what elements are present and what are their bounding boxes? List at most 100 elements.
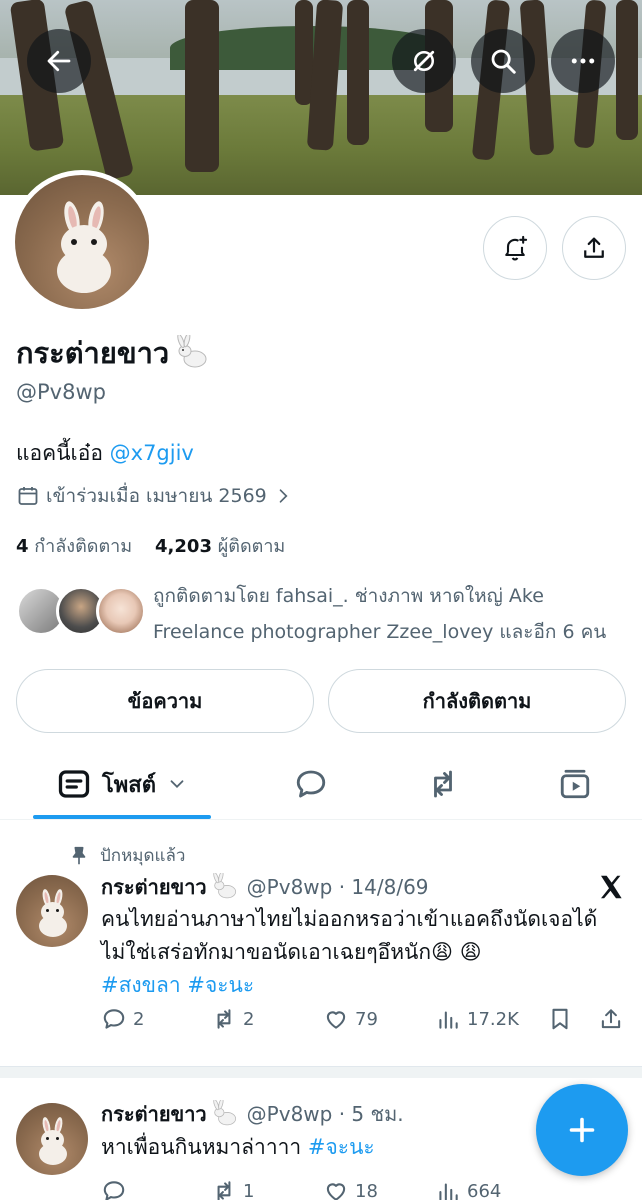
heart-icon <box>326 1011 346 1029</box>
rabbit-emoji-icon <box>177 335 207 368</box>
like-count: 79 <box>355 1008 378 1030</box>
rabbit-picture <box>38 1116 68 1165</box>
rabbit-picture <box>38 888 68 937</box>
media-icon <box>560 769 590 799</box>
reply-button[interactable]: 2 <box>101 1006 144 1032</box>
repost-icon <box>217 1181 231 1200</box>
heart-icon <box>326 1183 346 1200</box>
search-button[interactable] <box>471 29 535 93</box>
post-share-button[interactable] <box>598 1006 624 1032</box>
like-count: 18 <box>355 1180 378 1200</box>
followers-count: 4,203 <box>155 536 212 557</box>
reply-count: 2 <box>133 1008 145 1030</box>
profile-tabs: โพสต์ <box>0 748 642 820</box>
following-button-label: กำลังติดตาม <box>422 689 532 713</box>
post-actions: 2 2 79 17.2K <box>101 1006 626 1046</box>
pinned-text: ปักหมุดแล้ว <box>100 846 186 866</box>
compose-button[interactable] <box>536 1084 628 1176</box>
followers-link[interactable]: 4,203 ผู้ติดตาม <box>155 536 285 557</box>
post-handle-time: @Pv8wp · 5 ชม. <box>246 1102 404 1126</box>
banner-tree <box>347 0 369 145</box>
rabbit-emoji-icon <box>212 1100 236 1126</box>
joined-date[interactable]: เข้าร่วมเมื่อ เมษายน 2569 <box>16 481 293 511</box>
post-body: คนไทยอ่านภาษาไทยไม่ออกหรอว่าเข้าแอคถึงนั… <box>101 903 626 1002</box>
joined-text: เข้าร่วมเมื่อ เมษายน 2569 <box>46 485 267 507</box>
followed-by[interactable]: ถูกติดตามโดย fahsai_. ช่างภาพ หาดใหญ่ Ak… <box>16 578 626 648</box>
followed-by-text: ถูกติดตามโดย fahsai_. ช่างภาพ หาดใหญ่ Ak… <box>153 585 607 643</box>
share-icon <box>601 1009 621 1029</box>
plus-icon <box>569 1117 595 1143</box>
grok-button[interactable] <box>392 29 456 93</box>
post-hashtags[interactable]: #จะนะ <box>308 1135 375 1159</box>
profile-name-text: กระต่ายขาว <box>16 336 170 370</box>
repost-icon <box>217 1009 231 1029</box>
share-button[interactable] <box>562 216 626 280</box>
following-label: กำลังติดตาม <box>34 536 133 557</box>
search-icon <box>491 49 516 74</box>
rabbit-picture <box>55 199 115 293</box>
more-button[interactable] <box>551 29 615 93</box>
repost-button[interactable]: 2 <box>211 1006 254 1032</box>
post-author-name[interactable]: กระต่ายขาว <box>101 871 207 903</box>
repost-count: 1 <box>243 1180 255 1200</box>
like-button[interactable]: 79 <box>323 1006 378 1032</box>
banner-tree <box>616 0 638 140</box>
profile-banner[interactable] <box>0 0 642 195</box>
bio-mention-link[interactable]: @x7gjiv <box>110 441 194 465</box>
bookmark-icon <box>552 1008 568 1030</box>
share-icon <box>584 237 604 258</box>
reply-bubble-icon <box>296 770 326 798</box>
tab-posts[interactable]: โพสต์ <box>33 748 211 820</box>
views-chart-icon <box>439 1011 458 1029</box>
post-header: กระต่ายขาว @Pv8wp · 5 ชม. <box>101 1098 404 1130</box>
pin-icon <box>72 846 86 864</box>
banner-tree <box>185 0 219 172</box>
like-button[interactable]: 18 <box>323 1178 378 1200</box>
reply-button[interactable] <box>101 1178 133 1200</box>
arrow-left-icon <box>47 50 71 72</box>
post-author-name[interactable]: กระต่ายขาว <box>101 1098 207 1130</box>
views-button[interactable]: 664 <box>435 1178 501 1200</box>
active-tab-indicator <box>33 815 211 819</box>
grok-icon <box>413 50 435 72</box>
tab-reposts[interactable] <box>402 748 484 820</box>
tab-replies[interactable] <box>270 748 352 820</box>
repost-button[interactable]: 1 <box>211 1178 254 1200</box>
tab-posts-label: โพสต์ <box>101 772 157 798</box>
follower-avatar <box>96 586 146 636</box>
message-button[interactable]: ข้อความ <box>16 669 314 733</box>
repost-icon <box>434 770 452 798</box>
repost-count: 2 <box>243 1008 255 1030</box>
following-link[interactable]: 4 กำลังติดตาม <box>16 536 132 557</box>
reply-icon <box>103 1181 125 1200</box>
tab-media[interactable] <box>534 748 616 820</box>
follow-stats: 4 กำลังติดตาม 4,203 ผู้ติดตาม <box>16 531 285 560</box>
view-count: 664 <box>467 1180 502 1200</box>
post-text: คนไทยอ่านภาษาไทยไม่ออกหรอว่าเข้าแอคถึงนั… <box>101 907 598 964</box>
profile-name: กระต่ายขาว <box>16 330 211 376</box>
chevron-down-icon <box>170 780 184 789</box>
post-actions: 1 18 664 <box>101 1178 626 1200</box>
notify-button[interactable] <box>483 216 547 280</box>
post-hashtags[interactable]: #สงขลา #จะนะ <box>101 973 254 997</box>
views-button[interactable]: 17.2K <box>435 1006 519 1032</box>
message-button-label: ข้อความ <box>127 689 203 713</box>
post-emoji: 😩 😩 <box>431 940 482 964</box>
post-avatar[interactable] <box>16 1103 88 1175</box>
x-logo-icon <box>601 875 622 899</box>
profile-handle: @Pv8wp <box>16 380 106 404</box>
following-button[interactable]: กำลังติดตาม <box>328 669 626 733</box>
post-avatar[interactable] <box>16 875 88 947</box>
following-count: 4 <box>16 536 29 557</box>
bookmark-button[interactable] <box>547 1006 573 1032</box>
back-button[interactable] <box>27 29 91 93</box>
calendar-icon <box>18 487 38 505</box>
rabbit-emoji-icon <box>212 873 236 899</box>
bio-text: แอคนี้เอ๋อ <box>16 441 110 465</box>
followers-label: ผู้ติดตาม <box>217 536 286 557</box>
post-header: กระต่ายขาว @Pv8wp · 14/8/69 <box>101 871 429 903</box>
chevron-right-icon <box>279 489 288 503</box>
bell-plus-icon <box>505 235 528 261</box>
post-handle-time: @Pv8wp · 14/8/69 <box>246 875 429 899</box>
profile-avatar[interactable] <box>10 170 154 314</box>
